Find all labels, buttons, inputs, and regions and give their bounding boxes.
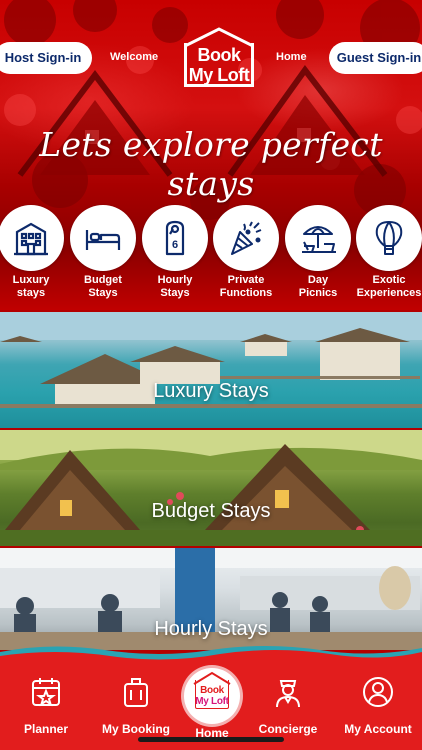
home-indicator-bar xyxy=(138,737,284,742)
hourly-stays-banner[interactable]: Hourly Stays xyxy=(0,548,422,650)
nav-planner-label: Planner xyxy=(23,722,68,736)
category-private-label2: Functions xyxy=(219,287,273,299)
budget-stays-banner[interactable]: Budget Stays xyxy=(0,430,422,546)
budget-stays-title: Budget Stays xyxy=(151,500,271,522)
nav-planner[interactable]: Planner xyxy=(4,675,88,736)
category-row: Luxury stays Budget Stays 6 Hourly Stays… xyxy=(0,205,422,305)
category-luxury-label2: stays xyxy=(16,287,46,299)
logo-text-line2: My Loft xyxy=(188,65,250,85)
nav-concierge[interactable]: Concierge xyxy=(246,675,330,736)
home-link[interactable]: Home xyxy=(276,51,307,63)
welcome-link[interactable]: Welcome xyxy=(110,51,158,63)
overwater-villas-image xyxy=(0,312,422,408)
door-hanger-icon: 6 xyxy=(165,220,185,256)
hotel-building-icon xyxy=(14,222,48,256)
home-logo-line1: Book xyxy=(200,685,224,696)
category-private-functions[interactable]: Private Functions xyxy=(212,205,280,300)
luxury-stays-banner[interactable]: Luxury Stays xyxy=(0,312,422,428)
category-hourly-label1: Hourly xyxy=(157,274,193,286)
home-logo-line2: My Loft xyxy=(195,696,229,707)
category-day-label1: Day xyxy=(307,274,329,286)
category-luxury-label1: Luxury xyxy=(12,274,50,286)
svg-text:6: 6 xyxy=(172,239,178,251)
host-signin-button[interactable]: Host Sign-in xyxy=(0,42,92,74)
concierge-person-icon xyxy=(276,680,300,708)
thatched-huts-image xyxy=(0,430,422,546)
luggage-icon xyxy=(124,678,148,707)
nav-my-booking[interactable]: My Booking xyxy=(94,675,178,736)
category-hourly-stays[interactable]: 6 Hourly Stays xyxy=(141,205,209,300)
category-day-label2: Picnics xyxy=(298,287,338,299)
user-account-icon xyxy=(363,677,393,707)
guest-signin-button[interactable]: Guest Sign-in xyxy=(329,42,422,74)
calendar-star-icon xyxy=(32,678,60,707)
category-luxury-stays[interactable]: Luxury stays xyxy=(0,205,65,300)
category-exotic-label2: Experiences xyxy=(356,287,422,299)
logo-text-line1: Book xyxy=(197,45,242,65)
category-exotic-label1: Exotic xyxy=(372,274,406,286)
nav-my-account-label: My Account xyxy=(344,722,412,736)
nav-my-booking-label: My Booking xyxy=(102,722,170,736)
category-exotic-experiences[interactable]: Exotic Experiences xyxy=(355,205,422,300)
luxury-stays-title: Luxury Stays xyxy=(153,380,269,402)
category-hourly-label2: Stays xyxy=(160,287,190,299)
hero-tagline: Lets explore perfect stays xyxy=(39,125,383,203)
nav-my-account[interactable]: My Account xyxy=(336,675,420,736)
party-popper-icon xyxy=(231,221,262,255)
hourly-stays-title: Hourly Stays xyxy=(154,618,268,640)
beach-umbrella-icon xyxy=(302,226,336,253)
book-my-loft-logo[interactable]: Book My Loft xyxy=(182,27,256,89)
category-day-picnics[interactable]: Day Picnics xyxy=(284,205,352,300)
hot-air-balloon-icon xyxy=(375,221,403,255)
category-budget-label2: Stays xyxy=(88,287,118,299)
nav-home-button[interactable]: Book My Loft xyxy=(184,668,240,724)
category-budget-label1: Budget xyxy=(84,274,122,286)
bed-icon xyxy=(85,230,121,250)
nav-concierge-label: Concierge xyxy=(258,722,318,736)
category-budget-stays[interactable]: Budget Stays xyxy=(69,205,137,300)
category-private-label1: Private xyxy=(227,274,265,286)
